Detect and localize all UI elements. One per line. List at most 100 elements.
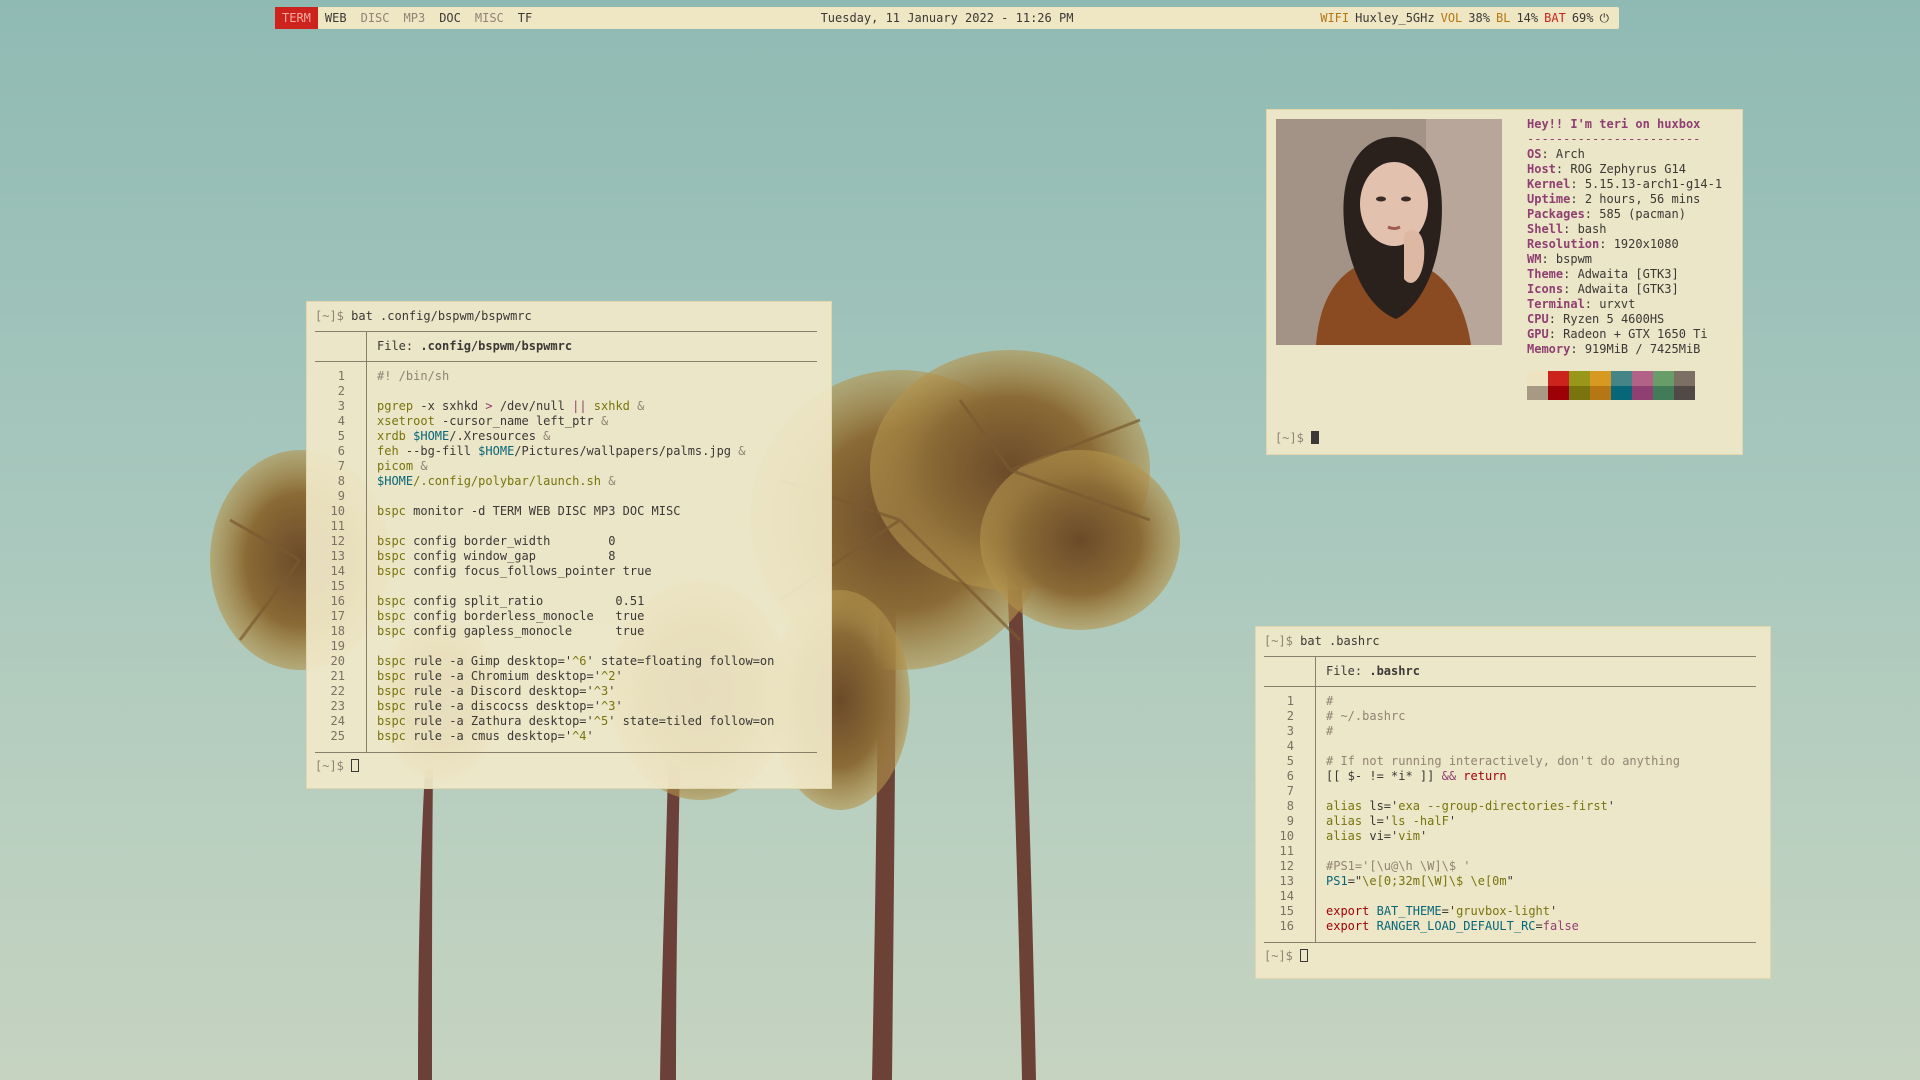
info-value: Adwaita [GTK3]	[1577, 282, 1679, 296]
line-text: bspc rule -a Zathura desktop='^5' state=…	[377, 714, 774, 729]
info-row: Terminal: urxvt	[1527, 297, 1636, 311]
code-token: rule -a cmus desktop='	[405, 729, 573, 743]
color-swatch	[1632, 371, 1653, 400]
code-token: $HOME	[413, 429, 450, 443]
line-text: bspc config borderless_monocle true	[377, 609, 644, 624]
code-line: 2	[307, 384, 831, 399]
bottom-prompt[interactable]: [~]$	[1275, 431, 1320, 445]
code-token: bspc	[377, 654, 406, 668]
info-key: WM	[1527, 252, 1542, 266]
workspace-term[interactable]: TERM	[275, 7, 318, 29]
line-text: feh --bg-fill $HOME/Pictures/wallpapers/…	[377, 444, 746, 459]
bottom-prompt[interactable]: [~]$	[315, 759, 360, 773]
divider	[315, 361, 817, 362]
line-number: 12	[1279, 859, 1294, 873]
code-token: rule -a Zathura desktop='	[405, 714, 594, 728]
code-line: 12 bspc config border_width 0	[307, 534, 831, 549]
line-text: bspc config split_ratio 0.51	[377, 594, 644, 609]
backlight-label: BL	[1495, 10, 1511, 25]
info-row: WM: bspwm	[1527, 252, 1593, 266]
code-token: rule -a Gimp desktop='	[405, 654, 573, 668]
info-value: Ryzen 5 4600HS	[1563, 312, 1665, 326]
code-token: ||	[572, 399, 587, 413]
battery-value: 69%	[1571, 10, 1594, 25]
terminal-bashrc[interactable]: [~]$ bat .bashrc File: .bashrc 1 #2 # ~/.b…	[1255, 626, 1771, 979]
code-line: 22 bspc rule -a Discord desktop='^3'	[307, 684, 831, 699]
code-token: config focus_follows_pointer true	[405, 564, 652, 578]
code-line: 14	[1256, 889, 1770, 904]
workspace-misc[interactable]: MISC	[468, 7, 511, 29]
code-token: bspc	[377, 504, 406, 518]
clock: Tuesday, 11 January 2022 - 11:26 PM	[820, 11, 1074, 25]
system-indicators: WIFI Huxley_5GHz VOL 38% BL 14% BAT 69% …	[1320, 11, 1609, 26]
workspace-doc[interactable]: DOC	[432, 7, 468, 29]
volume-value[interactable]: 38%	[1468, 11, 1490, 26]
line-number: 17	[330, 609, 345, 623]
wifi-label: WIFI	[1320, 10, 1350, 25]
code-token: &	[420, 459, 428, 473]
line-number: 4	[337, 414, 345, 428]
code-token: &	[738, 444, 746, 458]
prompt: [~]$	[315, 309, 352, 323]
line-number: 6	[1286, 769, 1294, 783]
file-name: .bashrc	[1369, 664, 1420, 678]
line-number: 13	[1279, 874, 1294, 888]
prompt: [~]$	[1264, 634, 1301, 648]
code-line: 8 $HOME/.config/polybar/launch.sh &	[307, 474, 831, 489]
workspace-mp3[interactable]: MP3	[397, 7, 433, 29]
line-text: pgrep -x sxhkd > /dev/null || sxhkd &	[377, 399, 644, 414]
line-number: 23	[330, 699, 345, 713]
divider	[1264, 656, 1756, 657]
wifi-ssid[interactable]: Huxley_5GHz	[1355, 11, 1434, 26]
line-number: 3	[337, 399, 345, 413]
code-line: 7 picom &	[307, 459, 831, 474]
divider	[1264, 942, 1756, 943]
code-token: monitor -d TERM WEB DISC MP3 DOC MISC	[405, 504, 681, 518]
workspace-disc[interactable]: DISC	[354, 7, 397, 29]
code-line: 17 bspc config borderless_monocle true	[307, 609, 831, 624]
bottom-prompt[interactable]: [~]$	[1264, 949, 1309, 963]
line-text: bspc config focus_follows_pointer true	[377, 564, 652, 579]
power-icon[interactable]: ⏻	[1600, 11, 1610, 26]
line-number: 9	[1286, 814, 1294, 828]
code-line: 16 bspc config split_ratio 0.51	[307, 594, 831, 609]
info-key: CPU	[1527, 312, 1549, 326]
backlight-value[interactable]: 14%	[1516, 11, 1538, 26]
code-line: 6 [[ $- != *i* ]] && return	[1256, 769, 1770, 784]
text-cursor	[1311, 431, 1320, 444]
line-text: #! /bin/sh	[377, 369, 449, 384]
workspace-tf[interactable]: TF	[511, 7, 539, 29]
code-token: ' state=floating follow=on	[586, 654, 775, 668]
code-token: '	[1419, 829, 1428, 843]
line-number: 20	[330, 654, 345, 668]
line-number: 18	[330, 624, 345, 638]
code-line: 8 alias ls='exa --group-directories-first…	[1256, 799, 1770, 814]
line-text: bspc rule -a discocss desktop='^3'	[377, 699, 623, 714]
code-line: 19	[307, 639, 831, 654]
terminal-bspwmrc[interactable]: [~]$ bat .config/bspwm/bspwmrc File: .co…	[306, 301, 832, 789]
line-text: alias ls='exa --group-directories-first'	[1326, 799, 1615, 814]
line-number: 7	[337, 459, 345, 473]
color-swatch	[1653, 371, 1674, 400]
info-row: Theme: Adwaita [GTK3]	[1527, 267, 1679, 281]
code-token: alias	[1326, 829, 1363, 843]
info-value: 5.15.13-arch1-g14-1	[1584, 177, 1723, 191]
code-token: #	[1326, 724, 1334, 738]
code-token: sxhkd	[586, 399, 638, 413]
line-number: 21	[330, 669, 345, 683]
code-line: 3 pgrep -x sxhkd > /dev/null || sxhkd &	[307, 399, 831, 414]
file-header: File: .bashrc	[1326, 664, 1420, 678]
code-token: ^3	[593, 684, 609, 698]
code-line: 11	[1256, 844, 1770, 859]
terminal-neofetch[interactable]: Hey!! I'm teri on huxbox ---------------…	[1266, 109, 1743, 455]
code-token: PS1	[1326, 874, 1348, 888]
info-value: ROG Zephyrus G14	[1570, 162, 1686, 176]
workspace-web[interactable]: WEB	[318, 7, 354, 29]
code-line: 20 bspc rule -a Gimp desktop='^6' state=f…	[307, 654, 831, 669]
command: bat .config/bspwm/bspwmrc	[351, 309, 532, 323]
line-text: #PS1='[\u@\h \W]\$ '	[1326, 859, 1471, 874]
line-number: 4	[1286, 739, 1294, 753]
line-number: 1	[1286, 694, 1294, 708]
line-number: 15	[330, 579, 345, 593]
line-number: 6	[337, 444, 345, 458]
